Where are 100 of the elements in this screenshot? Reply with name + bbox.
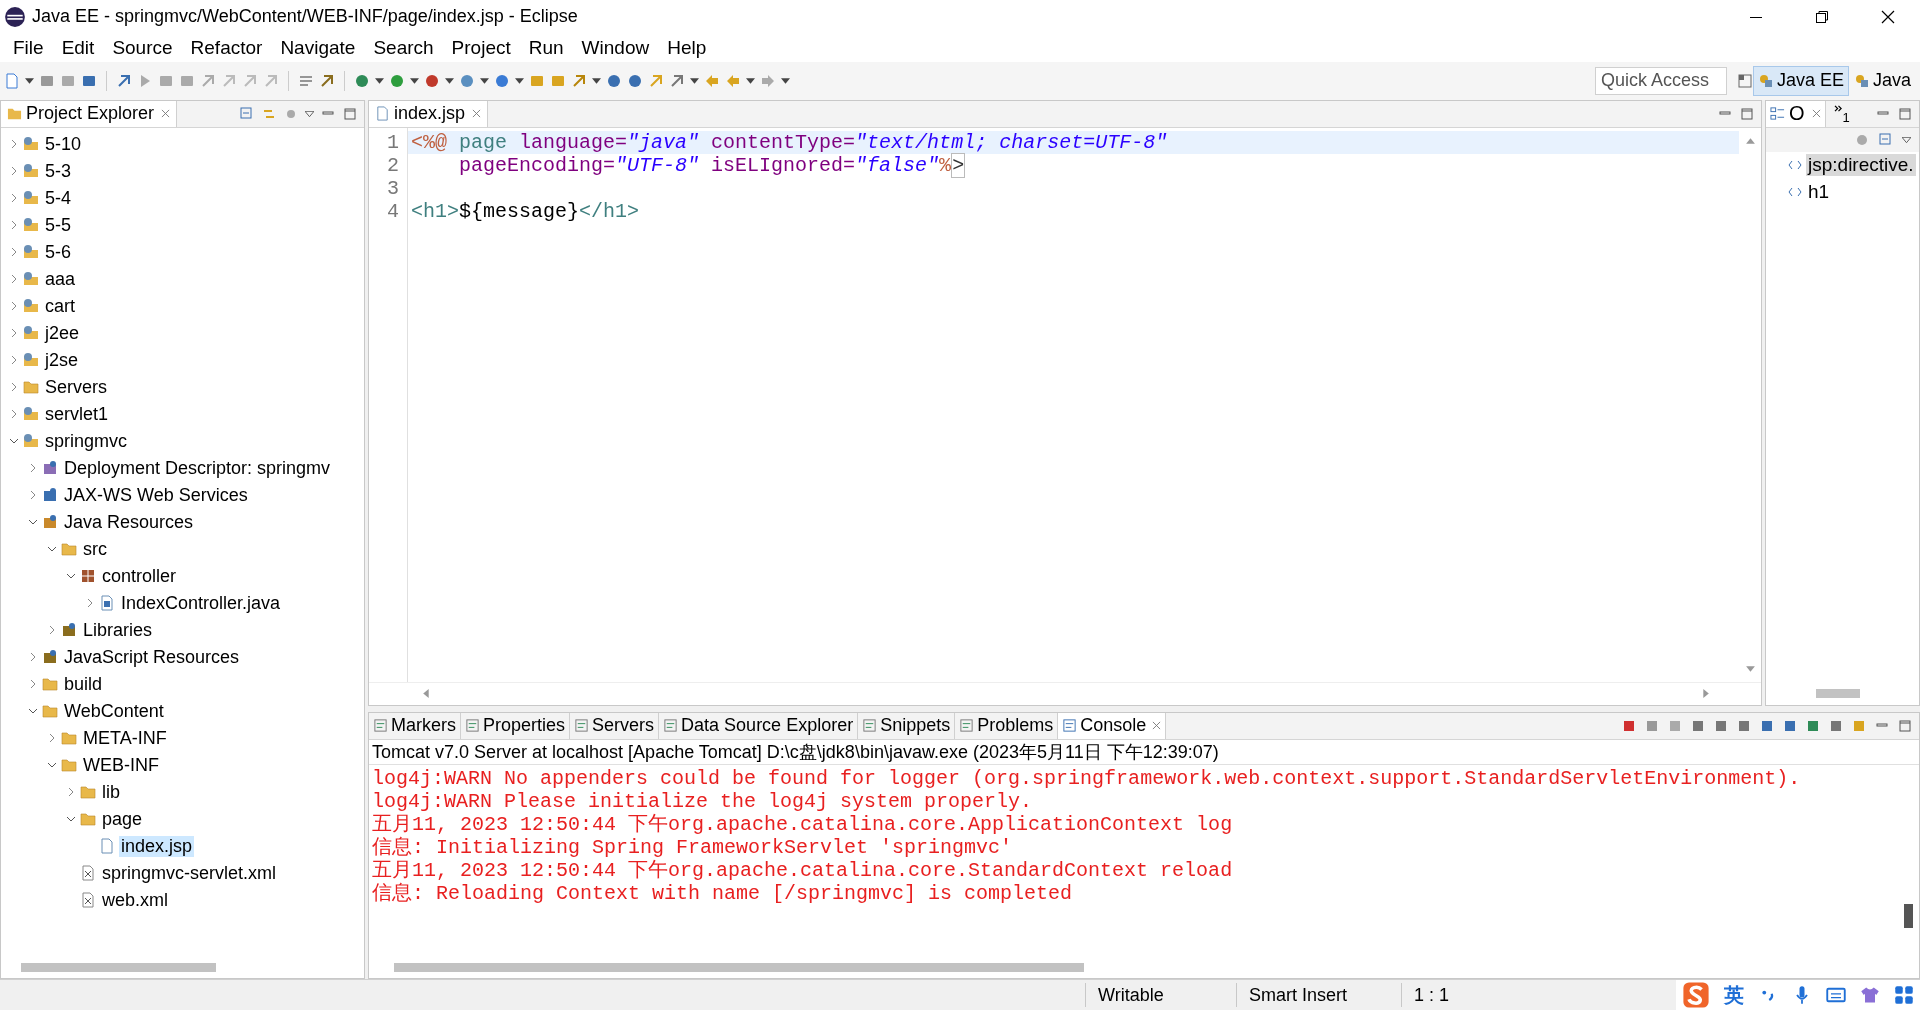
chevron-right-icon[interactable]	[9, 274, 19, 285]
menu-item[interactable]: Window	[572, 36, 659, 59]
outline-tab[interactable]: O	[1766, 100, 1826, 127]
tree-item[interactable]: springmvc	[43, 430, 130, 452]
chevron-right-icon[interactable]	[9, 139, 19, 150]
chevron-right-icon[interactable]	[9, 247, 19, 258]
chevron-right-icon[interactable]	[9, 328, 19, 339]
caret-icon[interactable]	[375, 77, 384, 84]
outline-item[interactable]: jsp:directive.	[1806, 154, 1916, 177]
view-tab[interactable]: Markers	[369, 712, 461, 739]
perspective-button[interactable]: Java	[1848, 65, 1916, 96]
tree-item[interactable]: Libraries	[81, 619, 155, 641]
caret-icon[interactable]	[25, 77, 34, 84]
tree-item[interactable]: 5-3	[43, 160, 73, 182]
tree-item[interactable]: src	[81, 538, 109, 560]
ime-mode-toggle[interactable]: 英	[1724, 981, 1744, 1009]
caret-icon[interactable]	[410, 77, 419, 84]
chevron-right-icon[interactable]	[47, 733, 57, 744]
grid-icon[interactable]	[1894, 985, 1914, 1005]
view-tab[interactable]: Properties	[461, 712, 571, 739]
caret-icon[interactable]	[746, 77, 755, 84]
caret-icon[interactable]	[781, 77, 790, 84]
menu-item[interactable]: Help	[658, 36, 716, 59]
collapse-all-icon[interactable]	[239, 105, 255, 122]
scrollbar-thumb[interactable]	[1903, 904, 1913, 928]
chevron-right-icon[interactable]	[9, 382, 19, 393]
view-menu-icon[interactable]	[1902, 136, 1911, 143]
menu-item[interactable]: Refactor	[181, 36, 272, 59]
chevron-right-icon[interactable]	[66, 787, 76, 798]
tree-item[interactable]: servlet1	[43, 403, 111, 425]
view-menu-icon[interactable]	[305, 110, 314, 117]
restore-icon[interactable]	[1814, 9, 1830, 25]
menu-item[interactable]: Edit	[52, 36, 104, 59]
tree-item[interactable]: cart	[43, 295, 77, 317]
tree-item[interactable]: 5-6	[43, 241, 73, 263]
scroll-left-icon[interactable]	[421, 688, 432, 700]
chevron-right-icon[interactable]	[9, 355, 19, 366]
tree-item[interactable]: j2ee	[43, 322, 82, 344]
chevron-right-icon[interactable]	[9, 220, 19, 231]
chevron-right-icon[interactable]	[28, 463, 38, 474]
perspective-button[interactable]: Java EE	[1752, 65, 1849, 96]
scrollbar-thumb[interactable]	[394, 962, 1084, 972]
caret-icon[interactable]	[445, 77, 454, 84]
maximize-icon[interactable]	[1897, 717, 1913, 734]
tree-item[interactable]: Java Resources	[62, 511, 196, 533]
double-chevron-icon[interactable]	[1833, 104, 1843, 112]
tree-item[interactable]: index.jsp	[119, 835, 195, 857]
tree-item[interactable]: page	[100, 808, 145, 830]
menu-item[interactable]: Navigate	[271, 36, 365, 59]
tree-item[interactable]: 5-10	[43, 133, 84, 155]
menu-item[interactable]: Search	[364, 36, 443, 59]
keyboard-icon[interactable]	[1826, 985, 1846, 1005]
new-file-icon[interactable]	[4, 72, 20, 89]
tree-item[interactable]: Servers	[43, 376, 109, 398]
tree-item[interactable]: IndexController.java	[119, 592, 283, 614]
quick-access-field[interactable]: Quick Access	[1594, 66, 1727, 95]
overflow-count[interactable]: 1	[1842, 109, 1850, 125]
forward-icon[interactable]	[760, 72, 776, 89]
scrollbar-thumb[interactable]	[21, 962, 216, 972]
view-tab[interactable]: Snippets	[858, 712, 956, 739]
view-tab[interactable]: Data Source Explorer	[659, 712, 859, 739]
tree-item[interactable]: Deployment Descriptor: springmv	[62, 457, 333, 479]
tree-item[interactable]: WebContent	[62, 700, 166, 722]
tree-item[interactable]: build	[62, 673, 105, 695]
open-perspective-icon[interactable]	[1736, 72, 1753, 89]
scrollbar-thumb[interactable]	[1816, 689, 1860, 699]
maximize-icon[interactable]	[342, 105, 358, 122]
project-explorer-tab[interactable]: Project Explorer	[1, 100, 178, 127]
editor-tab[interactable]: index.jsp	[369, 100, 489, 127]
tree-item[interactable]: JAX-WS Web Services	[62, 484, 250, 506]
view-tab[interactable]: Servers	[570, 712, 660, 739]
tree-item[interactable]: springmvc-servlet.xml	[100, 862, 279, 884]
menu-item[interactable]: Project	[442, 36, 520, 59]
chevron-right-icon[interactable]	[9, 166, 19, 177]
chevron-right-icon[interactable]	[9, 301, 19, 312]
scroll-up-icon[interactable]	[1744, 135, 1756, 147]
s-logo-icon[interactable]	[1682, 981, 1710, 1009]
collapse-all-icon[interactable]	[1878, 131, 1894, 148]
chevron-right-icon[interactable]	[28, 490, 38, 501]
chevron-right-icon[interactable]	[28, 679, 38, 690]
chevron-right-icon[interactable]	[85, 598, 95, 609]
chevron-right-icon[interactable]	[47, 625, 57, 636]
menu-item[interactable]: File	[4, 36, 53, 59]
tree-item[interactable]: 5-5	[43, 214, 73, 236]
tree-item[interactable]: WEB-INF	[81, 754, 161, 776]
maximize-icon[interactable]	[1897, 105, 1913, 122]
shirt-icon[interactable]	[1860, 985, 1880, 1005]
tree-item[interactable]: JavaScript Resources	[62, 646, 242, 668]
caret-icon[interactable]	[592, 77, 601, 84]
chevron-right-icon[interactable]	[9, 193, 19, 204]
close-icon[interactable]	[1880, 9, 1896, 25]
caret-icon[interactable]	[690, 77, 699, 84]
tree-item[interactable]: aaa	[43, 268, 78, 290]
chevron-right-icon[interactable]	[9, 409, 19, 420]
chevron-right-icon[interactable]	[28, 652, 38, 663]
tree-item[interactable]: j2se	[43, 349, 81, 371]
view-tab[interactable]: Console	[1058, 712, 1167, 739]
tree-item[interactable]: controller	[100, 565, 179, 587]
caret-icon[interactable]	[515, 77, 524, 84]
tree-item[interactable]: 5-4	[43, 187, 73, 209]
